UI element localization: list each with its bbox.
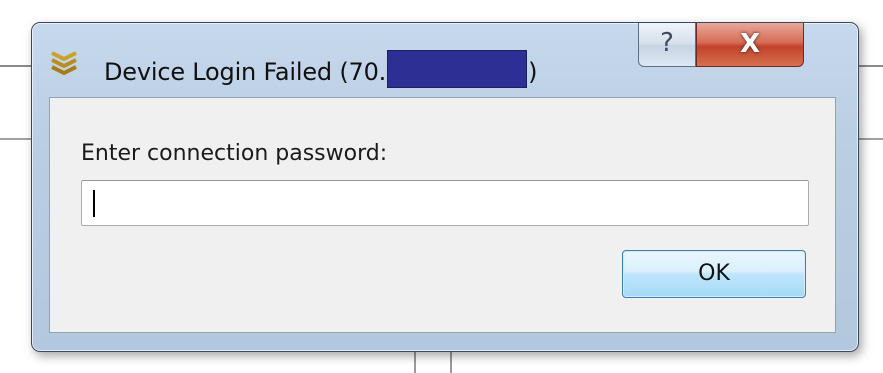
title-bar[interactable]: Device Login Failed (70.) ? X <box>32 23 858 97</box>
password-input[interactable] <box>81 180 809 226</box>
redaction-block <box>387 50 528 88</box>
ok-button[interactable]: OK <box>622 250 806 298</box>
screen: Device Login Failed (70.) ? X Enter conn… <box>0 0 883 373</box>
login-dialog: Device Login Failed (70.) ? X Enter conn… <box>31 22 859 352</box>
close-button[interactable]: X <box>696 23 804 67</box>
text-caret <box>93 190 95 217</box>
dialog-body: Enter connection password: OK <box>49 97 836 333</box>
window-title: Device Login Failed (70.) <box>104 50 537 88</box>
chevron-stack-icon <box>51 51 77 75</box>
help-button[interactable]: ? <box>638 23 696 67</box>
background-strip <box>0 0 883 20</box>
password-prompt-label: Enter connection password: <box>81 141 388 166</box>
window-title-suffix: ) <box>528 58 538 86</box>
window-title-prefix: Device Login Failed (70. <box>104 58 387 86</box>
